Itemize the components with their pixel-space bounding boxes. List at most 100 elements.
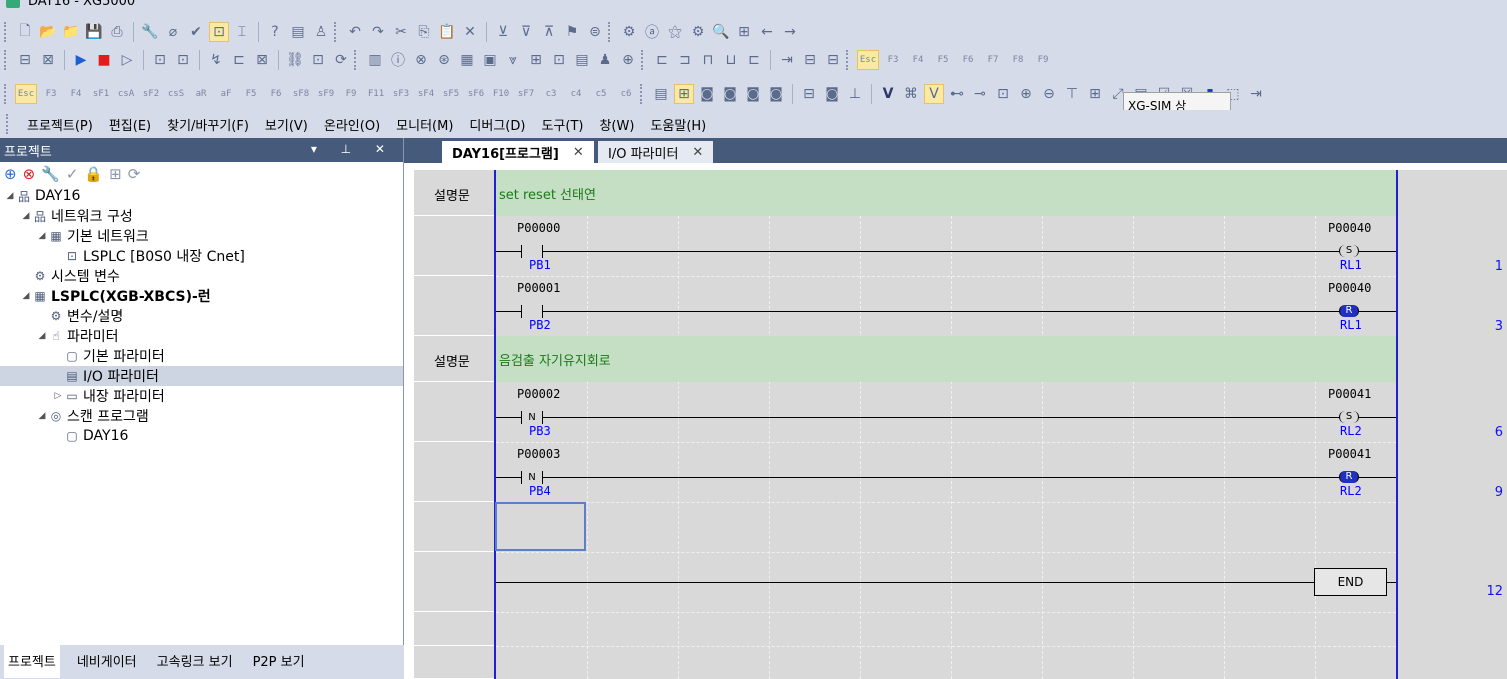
key-button[interactable]: c4 bbox=[565, 84, 587, 104]
menu-find-replace[interactable]: 찾기/바꾸기(F) bbox=[164, 113, 252, 136]
network-icon[interactable]: ⊕ bbox=[618, 50, 638, 70]
open-project-icon[interactable]: 📁 bbox=[61, 22, 81, 42]
v-icon[interactable]: V bbox=[878, 84, 898, 104]
key-button[interactable]: sF1 bbox=[90, 84, 112, 104]
tree-item[interactable]: ⊡ LSPLC [B0S0 내장 Cnet] bbox=[0, 246, 403, 266]
zoom-out-icon[interactable]: ⊖ bbox=[1039, 84, 1059, 104]
expand-toggle-icon[interactable]: ◢ bbox=[36, 231, 48, 241]
toolbar-grip[interactable] bbox=[4, 84, 8, 104]
key-button[interactable]: F6 bbox=[957, 50, 979, 70]
menu-project[interactable]: 프로젝트(P) bbox=[24, 113, 96, 136]
run-icon[interactable]: ▶ bbox=[71, 50, 91, 70]
plc-history-icon[interactable]: ⊗ bbox=[411, 50, 431, 70]
variable3-icon[interactable]: ⊸ bbox=[970, 84, 990, 104]
tree-item[interactable]: ◢ ▦ LSPLC(XGB-XBCS)-런 bbox=[0, 286, 403, 306]
delete-icon[interactable]: ✕ bbox=[460, 22, 480, 42]
tree-item[interactable]: ◢ ☝ 파라미터 bbox=[0, 326, 403, 346]
tab-navigator[interactable]: 네비게이터 bbox=[74, 645, 140, 670]
write-icon[interactable]: ↯ bbox=[206, 50, 226, 70]
clear-icon[interactable]: ⊠ bbox=[252, 50, 272, 70]
key-button[interactable]: F5 bbox=[240, 84, 262, 104]
layout-icon[interactable]: ⊏ bbox=[652, 50, 672, 70]
menu-edit[interactable]: 편집(E) bbox=[106, 113, 154, 136]
refresh-icon[interactable]: ⟳ bbox=[128, 165, 141, 183]
add-item-icon[interactable]: ⊕ bbox=[4, 165, 17, 183]
key-button[interactable]: sF8 bbox=[290, 84, 312, 104]
reset-icon[interactable]: ⟳ bbox=[331, 50, 351, 70]
back-arrow-icon[interactable]: ← bbox=[757, 22, 777, 42]
key-button[interactable]: c3 bbox=[540, 84, 562, 104]
key-button[interactable]: F5 bbox=[932, 50, 954, 70]
io-info-icon[interactable]: ▥ bbox=[365, 50, 385, 70]
tree-item[interactable]: ⚙ 시스템 변수 bbox=[0, 266, 403, 286]
tree-item[interactable]: ⚙ 변수/설명 bbox=[0, 306, 403, 326]
view-ref-icon[interactable]: ◙ bbox=[766, 84, 786, 104]
info-icon[interactable]: ⓘ bbox=[388, 50, 408, 70]
tree-item[interactable]: ▢ 기본 파라미터 bbox=[0, 346, 403, 366]
connect-icon[interactable]: ⊠ bbox=[38, 50, 58, 70]
monitor-icon[interactable]: ⊟ bbox=[15, 50, 35, 70]
expand-toggle-icon[interactable]: ◢ bbox=[36, 331, 48, 341]
view-monitor-icon[interactable]: ◙ bbox=[697, 84, 717, 104]
tree-item[interactable]: ◢ ◎ 스캔 프로그램 bbox=[0, 406, 403, 426]
compile-icon[interactable]: ⌀ bbox=[163, 22, 183, 42]
toolbar-grip[interactable] bbox=[641, 50, 645, 70]
contact[interactable]: N bbox=[521, 411, 543, 424]
window-icon[interactable]: ⊡ bbox=[993, 84, 1013, 104]
link-icon[interactable]: ⛓ bbox=[285, 50, 305, 70]
toolbar-grip[interactable] bbox=[640, 84, 644, 104]
menu-view[interactable]: 보기(V) bbox=[262, 113, 311, 136]
key-button[interactable]: sF3 bbox=[390, 84, 412, 104]
tab-project[interactable]: 프로젝트 bbox=[4, 645, 60, 678]
close-icon[interactable]: ✕ bbox=[573, 145, 584, 160]
view-split-icon[interactable]: ⊞ bbox=[674, 84, 694, 104]
tree-item[interactable]: ▤ I/O 파라미터 bbox=[0, 366, 403, 386]
contact[interactable] bbox=[521, 245, 543, 258]
new-file-icon[interactable]: 🗋 bbox=[15, 22, 35, 42]
lock-icon[interactable]: ♙ bbox=[311, 22, 331, 42]
expand-toggle-icon[interactable]: ◢ bbox=[4, 191, 16, 201]
coil[interactable]: S bbox=[1339, 245, 1359, 257]
comment-line[interactable]: set reset 선태연 bbox=[496, 170, 1396, 216]
key-button[interactable]: F10 bbox=[490, 84, 512, 104]
key-button[interactable]: sF7 bbox=[515, 84, 537, 104]
variable-view-icon[interactable]: V bbox=[924, 84, 944, 104]
expand-toggle-icon[interactable]: ◢ bbox=[20, 211, 32, 221]
remove-item-icon[interactable]: ⊗ bbox=[23, 165, 36, 183]
edit-cursor[interactable] bbox=[495, 502, 586, 551]
key-button[interactable]: F6 bbox=[265, 84, 287, 104]
find-icon[interactable]: ⚙ bbox=[619, 22, 639, 42]
insert-rung-icon[interactable]: ⊽ bbox=[516, 22, 536, 42]
layout2-icon[interactable]: ⊐ bbox=[675, 50, 695, 70]
key-button[interactable]: csA bbox=[115, 84, 137, 104]
coil[interactable]: R bbox=[1339, 305, 1359, 317]
view-comment-icon[interactable]: ◙ bbox=[743, 84, 763, 104]
key-button[interactable]: F4 bbox=[65, 84, 87, 104]
end-instruction[interactable]: END bbox=[1314, 568, 1387, 596]
close-icon[interactable]: ✕ bbox=[692, 145, 703, 160]
key-button[interactable]: c5 bbox=[590, 84, 612, 104]
properties-icon[interactable]: ▤ bbox=[288, 22, 308, 42]
paste-icon[interactable]: 📋 bbox=[437, 22, 457, 42]
key-button[interactable]: F7 bbox=[982, 50, 1004, 70]
bookmark-icon[interactable]: ⚑ bbox=[562, 22, 582, 42]
contact[interactable]: N bbox=[521, 471, 543, 484]
tree-item[interactable]: ◢ 品 DAY16 bbox=[0, 186, 403, 206]
key-button[interactable]: csS bbox=[165, 84, 187, 104]
splitter-icon[interactable]: ⊤ bbox=[1062, 84, 1082, 104]
redo-icon[interactable]: ↷ bbox=[368, 22, 388, 42]
key-button[interactable]: aF bbox=[215, 84, 237, 104]
thermometer-icon[interactable]: ⌶ bbox=[232, 22, 252, 42]
key-button[interactable]: Esc bbox=[857, 50, 879, 70]
toolbar-grip[interactable] bbox=[354, 50, 358, 70]
diagnose-icon[interactable]: ⊡ bbox=[308, 50, 328, 70]
ladder-canvas[interactable]: 설명문 set reset 선태연 1 P00000 PB1 P00040 S RL1 3 P00… bbox=[414, 170, 1507, 679]
key-button[interactable]: F9 bbox=[340, 84, 362, 104]
contact[interactable] bbox=[521, 305, 543, 318]
chart2-icon[interactable]: ⊡ bbox=[549, 50, 569, 70]
key-button[interactable]: F3 bbox=[882, 50, 904, 70]
menu-help[interactable]: 도움말(H) bbox=[647, 113, 709, 136]
find-device-icon[interactable]: ⚙ bbox=[688, 22, 708, 42]
key-button[interactable]: F3 bbox=[40, 84, 62, 104]
expand-toggle-icon[interactable]: ▷ bbox=[52, 391, 64, 401]
